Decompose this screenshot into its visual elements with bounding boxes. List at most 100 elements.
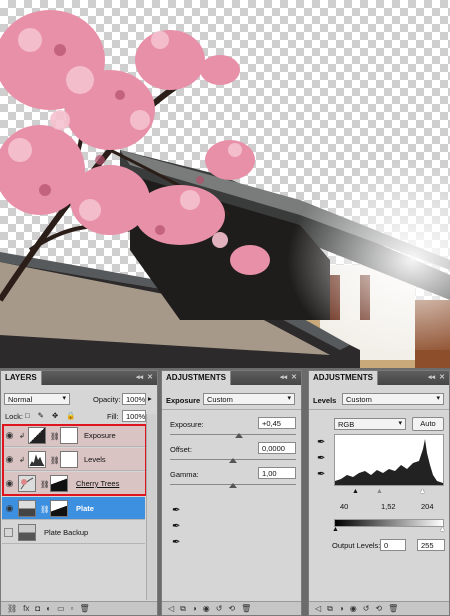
fill-input[interactable]: 100% xyxy=(122,410,146,422)
input-black-value[interactable]: 40 xyxy=(336,500,358,512)
divider xyxy=(162,409,301,410)
eye-icon[interactable]: ◉ xyxy=(4,503,15,514)
adjustments-tab[interactable]: ADJUSTMENTS xyxy=(162,371,232,385)
eye-icon[interactable]: ◉ xyxy=(4,454,15,465)
trash-icon[interactable]: 🗑 xyxy=(241,604,251,613)
layers-panel: LAYERS ◂◂ ✕ Normal ▾ Opacity: 100% ▸ Lock… xyxy=(0,370,158,616)
fill-label: Fill: xyxy=(107,412,119,421)
output-black-input[interactable]: 0 xyxy=(380,539,406,551)
eyedropper-gray-icon[interactable]: ✒ xyxy=(317,453,325,464)
visibility-eye-icon[interactable]: ◉ xyxy=(350,604,357,613)
layer-row-plate[interactable]: ◉ ⛓ Plate xyxy=(2,497,145,520)
auto-button[interactable]: Auto xyxy=(412,417,444,431)
close-icon[interactable]: ✕ xyxy=(439,373,445,381)
collapse-icon[interactable]: ◂◂ xyxy=(280,373,287,381)
layer-row-cherry-trees[interactable]: ◉ ⛓ Cherry Trees xyxy=(2,472,145,495)
chevron-down-icon: ▾ xyxy=(287,395,291,402)
blend-mode-select[interactable]: Normal ▾ xyxy=(4,393,70,405)
gamma-slider[interactable] xyxy=(170,482,296,488)
eyedropper-gray-icon[interactable]: ✒ xyxy=(172,521,180,532)
chevron-down-icon: ▾ xyxy=(436,395,440,402)
channel-select[interactable]: RGB ▾ xyxy=(334,418,406,430)
black-point-handle[interactable]: ▲ xyxy=(352,488,359,495)
midtone-handle[interactable]: ▲ xyxy=(376,488,383,495)
back-arrow-icon[interactable]: ◁ xyxy=(315,604,321,613)
layer-row-exposure[interactable]: ◉ ↲ ⛓ Exposure xyxy=(2,424,145,447)
collapse-icon[interactable]: ◂◂ xyxy=(136,373,143,381)
collapse-icon[interactable]: ◂◂ xyxy=(428,373,435,381)
input-white-value[interactable]: 204 xyxy=(417,500,441,512)
levels-adjustments-panel: ADJUSTMENTS ◂◂ ✕ Levels Custom ▾ RGB ▾ Aut… xyxy=(308,370,450,616)
clip-layer-icon[interactable]: ◑ xyxy=(192,604,197,613)
link-layers-icon[interactable]: ⛓ xyxy=(7,604,17,613)
layer-name: Levels xyxy=(84,455,106,464)
eyedropper-black-icon[interactable]: ✒ xyxy=(172,505,180,516)
opacity-input[interactable]: 100% xyxy=(122,393,146,405)
offset-input[interactable]: 0,0000 xyxy=(258,442,296,454)
slider-knob[interactable] xyxy=(235,433,244,438)
fx-icon[interactable]: fx xyxy=(23,604,29,613)
lock-icons[interactable]: □ ✎ ✥ 🔒 xyxy=(25,411,79,420)
back-arrow-icon[interactable]: ◁ xyxy=(168,604,174,613)
canvas-image xyxy=(0,10,450,368)
levels-adjustment-icon xyxy=(28,451,46,468)
output-black-handle[interactable]: ▲ xyxy=(332,526,339,533)
adjustment-layer-icon[interactable]: ◐ xyxy=(46,604,51,613)
clip-arrow-icon: ↲ xyxy=(19,433,25,440)
opacity-label: Opacity: xyxy=(93,395,121,404)
visibility-toggle-off[interactable] xyxy=(4,528,13,537)
trash-icon[interactable]: 🗑 xyxy=(79,604,89,613)
new-layer-icon[interactable]: ▫ xyxy=(71,604,74,613)
layer-thumb xyxy=(18,524,36,541)
group-icon[interactable]: ▭ xyxy=(57,604,65,613)
add-mask-icon[interactable]: ◘ xyxy=(35,604,40,613)
eye-icon[interactable]: ◉ xyxy=(4,430,15,441)
gamma-input[interactable]: 1,00 xyxy=(258,467,296,479)
preset-select[interactable]: Custom ▾ xyxy=(203,393,295,405)
adjustments-tab[interactable]: ADJUSTMENTS xyxy=(309,371,379,385)
eye-icon[interactable]: ◉ xyxy=(4,478,15,489)
offset-label: Offset: xyxy=(170,445,192,454)
close-icon[interactable]: ✕ xyxy=(147,373,153,381)
opacity-arrow-icon[interactable]: ▸ xyxy=(148,394,152,403)
eyedropper-white-icon[interactable]: ✒ xyxy=(317,469,325,480)
eyedropper-white-icon[interactable]: ✒ xyxy=(172,537,180,548)
gamma-label: Gamma: xyxy=(170,470,199,479)
chain-icon: ⛓ xyxy=(50,456,60,465)
preset-select[interactable]: Custom ▾ xyxy=(342,393,444,405)
layer-mask-thumb xyxy=(60,427,78,444)
layers-footer: ⛓ fx ◘ ◐ ▭ ▫ 🗑 xyxy=(1,601,157,615)
layers-tab[interactable]: LAYERS xyxy=(1,371,42,385)
eyedropper-black-icon[interactable]: ✒ xyxy=(317,437,325,448)
layers-scrollbar[interactable] xyxy=(146,414,156,600)
exposure-slider[interactable] xyxy=(170,432,296,438)
layer-row-levels[interactable]: ◉ ↲ ⛓ Levels xyxy=(2,448,145,471)
slider-knob[interactable] xyxy=(229,483,237,488)
clip-layer-icon[interactable]: ◑ xyxy=(339,604,344,613)
document-canvas[interactable] xyxy=(0,0,450,368)
trash-icon[interactable]: 🗑 xyxy=(388,604,398,613)
previous-state-icon[interactable]: ↺ xyxy=(363,604,370,613)
adjustments-footer: ◁ ⧉ ◑ ◉ ↺ ⟲ 🗑 xyxy=(309,601,449,615)
output-white-input[interactable]: 255 xyxy=(417,539,445,551)
slider-track xyxy=(170,434,296,435)
visibility-eye-icon[interactable]: ◉ xyxy=(203,604,210,613)
output-levels-label: Output Levels: xyxy=(332,541,381,550)
reset-icon[interactable]: ⟲ xyxy=(375,604,382,613)
layer-row-plate-backup[interactable]: Plate Backup xyxy=(2,521,145,544)
expand-view-icon[interactable]: ⧉ xyxy=(327,604,333,614)
output-white-handle[interactable]: ▲ xyxy=(439,526,446,533)
exposure-adjustments-panel: ADJUSTMENTS ◂◂ ✕ Exposure Custom ▾ Exposu… xyxy=(161,370,302,616)
white-point-handle[interactable]: ▲ xyxy=(419,488,426,495)
lock-label: Lock: xyxy=(5,412,23,421)
divider xyxy=(309,409,449,410)
input-gamma-value[interactable]: 1,52 xyxy=(377,500,401,512)
reset-icon[interactable]: ⟲ xyxy=(228,604,235,613)
slider-knob[interactable] xyxy=(229,458,237,463)
previous-state-icon[interactable]: ↺ xyxy=(216,604,223,613)
chevron-down-icon: ▾ xyxy=(62,395,66,402)
expand-view-icon[interactable]: ⧉ xyxy=(180,604,186,614)
exposure-input[interactable]: +0,45 xyxy=(258,417,296,429)
close-icon[interactable]: ✕ xyxy=(291,373,297,381)
offset-slider[interactable] xyxy=(170,457,296,463)
